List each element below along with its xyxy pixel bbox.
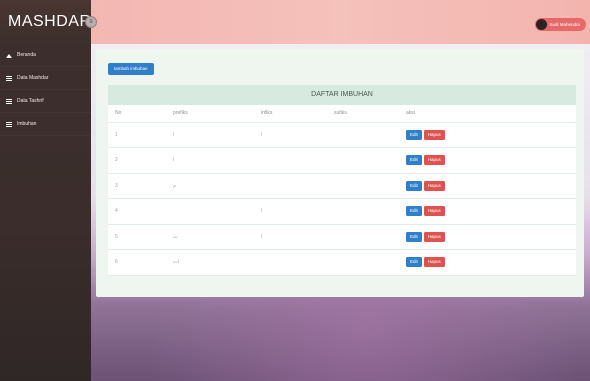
user-name: Budi Mahendra — [549, 22, 580, 27]
edit-button[interactable]: Edit — [406, 257, 422, 268]
cell-no: 6 — [108, 249, 166, 276]
table-row: 4 ا Edit Hapus — [108, 198, 576, 225]
edit-button[interactable]: Edit — [406, 155, 422, 166]
brand-title[interactable]: MASHDAR — [8, 13, 92, 31]
cell-no: 2 — [108, 147, 166, 174]
sidebar-item-label: Data Tashrif — [17, 98, 44, 104]
user-menu-button[interactable]: Budi Mahendra — [535, 18, 586, 31]
cell-aksi: Edit Hapus — [399, 147, 576, 174]
cell-sufiks — [327, 173, 399, 199]
cell-sufiks — [327, 198, 399, 225]
cell-no: 3 — [108, 173, 166, 199]
delete-button[interactable]: Hapus — [423, 155, 445, 166]
cell-infiks — [254, 147, 327, 174]
cell-infiks — [254, 249, 327, 276]
delete-button[interactable]: Hapus — [423, 206, 445, 217]
cell-aksi: Edit Hapus — [399, 198, 576, 225]
table-row: 6 ات Edit Hapus — [108, 249, 576, 276]
table-row: 2 ا Edit Hapus — [108, 147, 576, 174]
sidebar-item-label: Data Mashdar — [17, 75, 49, 81]
table-row: 1 ا ا Edit Hapus — [108, 122, 576, 148]
header-sufiks: sufiks — [327, 105, 399, 123]
cell-no: 1 — [108, 122, 166, 148]
cell-prefiks: ا — [166, 147, 254, 174]
cell-sufiks — [327, 249, 399, 276]
add-imbuhan-button[interactable]: tambah imbuhan — [108, 63, 154, 75]
cell-infiks: ا — [254, 224, 327, 250]
table-title: DAFTAR IMBUHAN — [108, 85, 576, 105]
table-header-row: No prefiks infiks sufiks aksi — [108, 105, 576, 123]
cell-sufiks — [327, 147, 399, 174]
imbuhan-table: DAFTAR IMBUHAN No prefiks infiks sufiks … — [108, 85, 576, 276]
cell-prefiks: ا — [166, 122, 254, 148]
table-row: 5 ت ا Edit Hapus — [108, 224, 576, 250]
list-icon — [6, 75, 12, 81]
sidebar-item-label: Imbuhan — [17, 121, 37, 127]
header-infiks: infiks — [254, 105, 327, 123]
delete-button[interactable]: Hapus — [423, 231, 445, 242]
header-aksi: aksi — [399, 105, 576, 123]
cell-infiks: ا — [254, 198, 327, 225]
menu-toggle-icon[interactable]: ≡ — [85, 16, 97, 28]
header-no: No — [108, 105, 166, 123]
delete-button[interactable]: Hapus — [423, 180, 445, 191]
delete-button[interactable]: Hapus — [423, 257, 445, 268]
table-row: 3 م Edit Hapus — [108, 173, 576, 199]
sidebar-nav: Beranda Data Mashdar Data Tashrif Imbuha… — [0, 44, 91, 136]
cell-infiks: ا — [254, 122, 327, 148]
sidebar-item-beranda[interactable]: Beranda — [0, 44, 91, 67]
edit-button[interactable]: Edit — [406, 231, 422, 242]
edit-button[interactable]: Edit — [406, 129, 422, 140]
header-prefiks: prefiks — [166, 105, 254, 123]
cell-infiks — [254, 173, 327, 199]
edit-button[interactable]: Edit — [406, 206, 422, 217]
list-icon — [6, 121, 12, 127]
sidebar-item-data-mashdar[interactable]: Data Mashdar — [0, 67, 91, 90]
cell-prefiks: م — [166, 173, 254, 199]
cell-aksi: Edit Hapus — [399, 122, 576, 148]
cell-prefiks: ات — [166, 249, 254, 276]
avatar — [536, 19, 548, 30]
sidebar-item-imbuhan[interactable]: Imbuhan — [0, 113, 91, 136]
sidebar-item-label: Beranda — [17, 52, 36, 58]
cell-prefiks: ت — [166, 224, 254, 250]
cell-sufiks — [327, 122, 399, 148]
table: No prefiks infiks sufiks aksi 1 ا ا Edit… — [108, 105, 576, 276]
cell-no: 5 — [108, 224, 166, 250]
sidebar: MASHDAR ≡ Beranda Data Mashdar Data Tash… — [0, 0, 97, 381]
list-icon — [6, 98, 12, 104]
cell-aksi: Edit Hapus — [399, 173, 576, 199]
delete-button[interactable]: Hapus — [423, 129, 445, 140]
top-bar: Budi Mahendra — [91, 0, 590, 44]
cell-no: 4 — [108, 198, 166, 225]
cell-aksi: Edit Hapus — [399, 224, 576, 250]
brand: MASHDAR ≡ — [0, 0, 97, 44]
cell-prefiks — [166, 198, 254, 225]
cell-sufiks — [327, 224, 399, 250]
sidebar-item-data-tashrif[interactable]: Data Tashrif — [0, 90, 91, 113]
cell-aksi: Edit Hapus — [399, 249, 576, 276]
edit-button[interactable]: Edit — [406, 180, 422, 191]
home-icon — [6, 53, 12, 58]
content-panel: tambah imbuhan DAFTAR IMBUHAN No prefiks… — [96, 49, 584, 297]
